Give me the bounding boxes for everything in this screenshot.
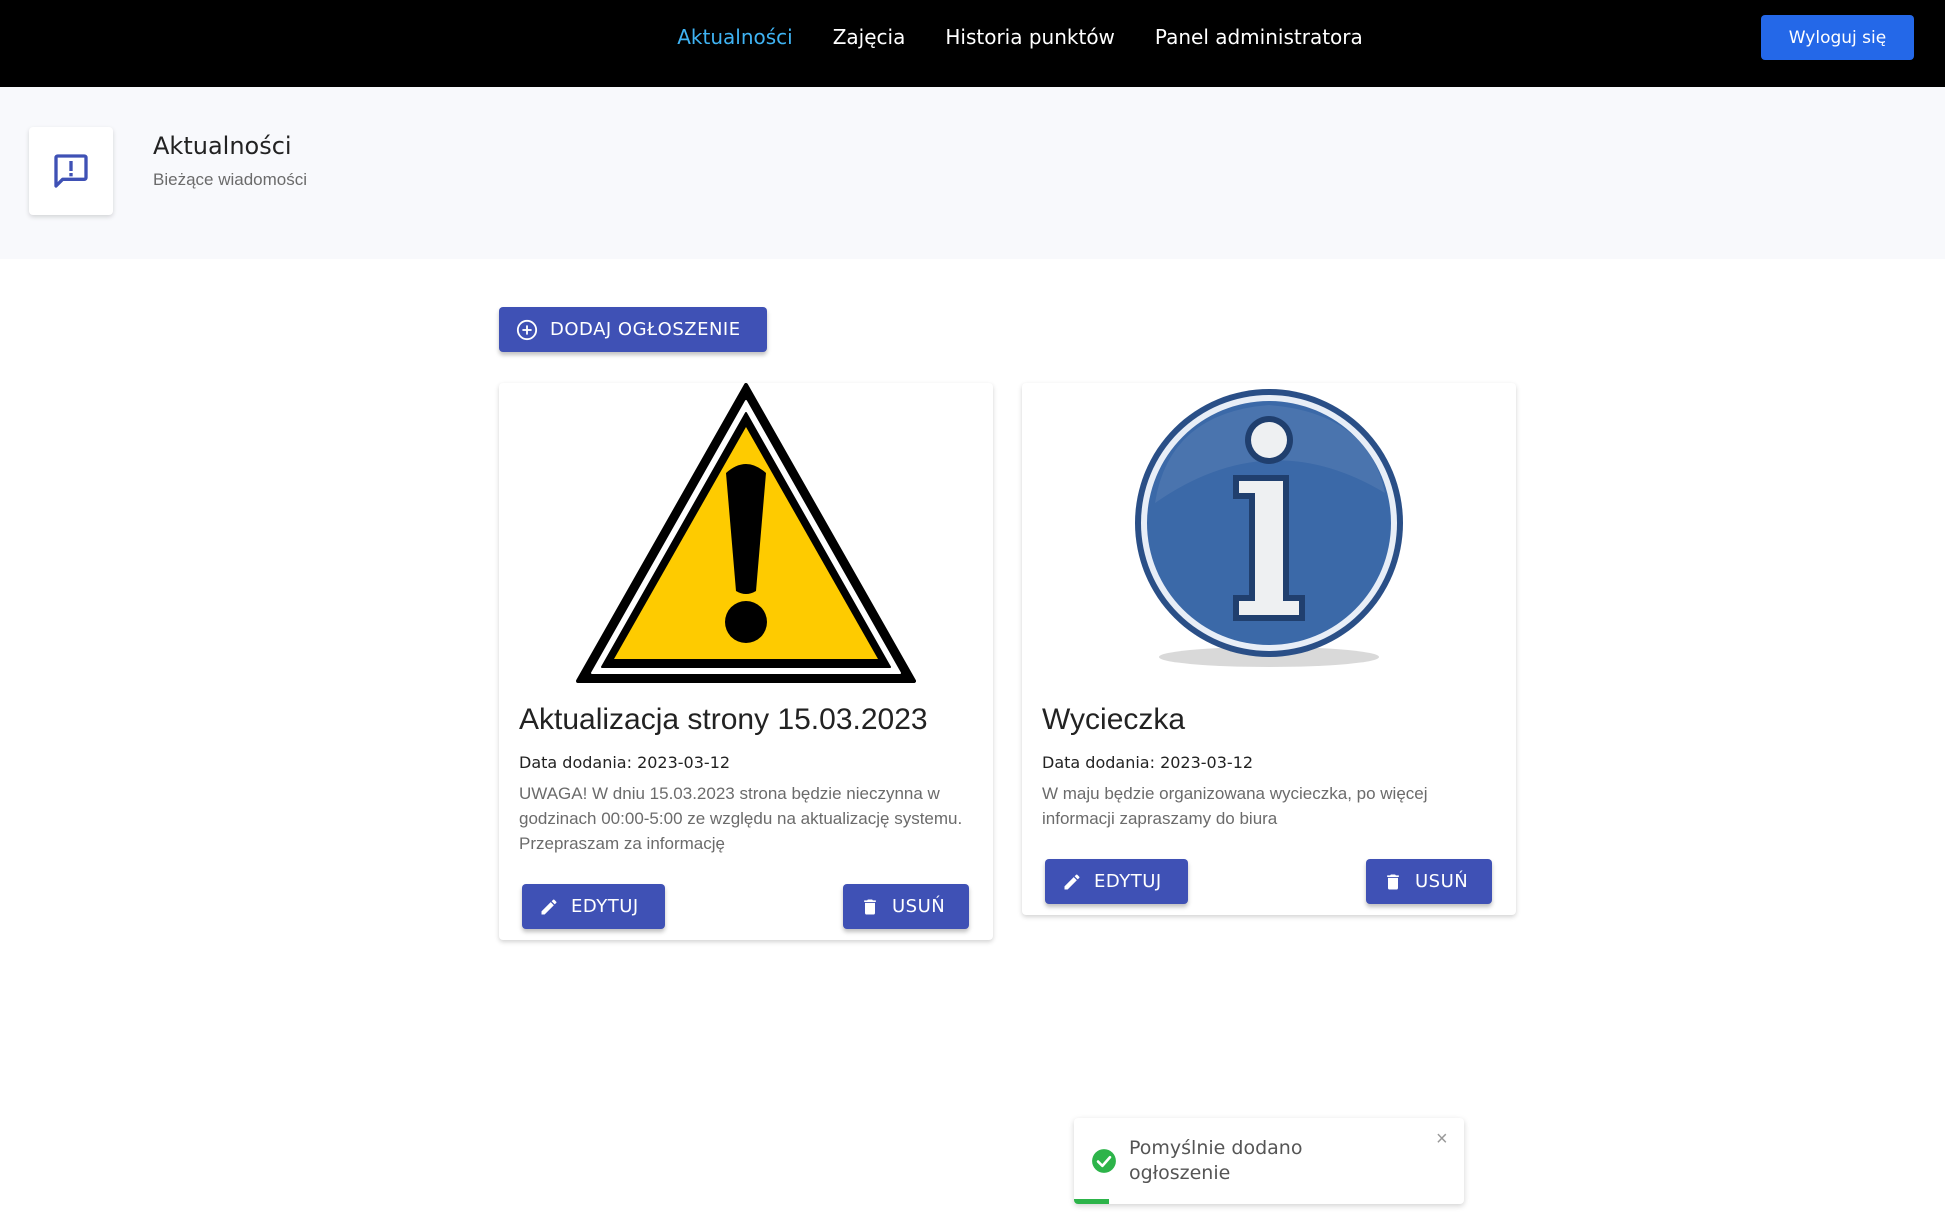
page-title: Aktualności xyxy=(153,132,292,160)
card-title: Aktualizacja strony 15.03.2023 xyxy=(519,703,928,736)
check-circle-icon xyxy=(1092,1149,1116,1173)
announcement-card: Aktualizacja strony 15.03.2023 Data doda… xyxy=(499,383,993,940)
pencil-icon xyxy=(541,898,557,914)
logout-button[interactable]: Wyloguj się xyxy=(1761,15,1914,60)
delete-button[interactable]: USUŃ xyxy=(843,884,969,929)
announcement-card: Wycieczka Data dodania: 2023-03-12 W maj… xyxy=(1022,383,1516,915)
delete-button[interactable]: USUŃ xyxy=(1366,859,1492,904)
card-image xyxy=(1022,383,1516,683)
close-icon[interactable]: × xyxy=(1436,1128,1448,1151)
add-announcement-label: DODAJ OGŁOSZENIE xyxy=(550,319,741,340)
card-image xyxy=(499,383,993,683)
page-subtitle: Bieżące wiadomości xyxy=(153,170,308,189)
warning-sign-icon xyxy=(576,383,916,683)
trash-icon xyxy=(1387,874,1399,889)
nav-link-panel-administratora[interactable]: Panel administratora xyxy=(1155,25,1363,49)
trash-icon xyxy=(864,899,876,914)
top-navbar: Aktualności Zajęcia Historia punktów Pan… xyxy=(0,0,1945,87)
pencil-icon xyxy=(1064,873,1080,889)
add-circle-icon xyxy=(516,319,538,340)
toast-message: Pomyślnie dodano ogłoszenie xyxy=(1129,1137,1303,1184)
delete-label: USUŃ xyxy=(892,896,946,917)
card-text: UWAGA! W dniu 15.03.2023 strona będzie n… xyxy=(519,784,963,853)
edit-button[interactable]: EDYTUJ xyxy=(1045,859,1188,904)
edit-label: EDYTUJ xyxy=(1094,871,1162,892)
toast-progress-bar xyxy=(1074,1199,1110,1204)
page-header: Aktualności Bieżące wiadomości xyxy=(0,87,1945,259)
nav-link-zajecia[interactable]: Zajęcia xyxy=(833,25,906,49)
card-title: Wycieczka xyxy=(1042,703,1186,736)
card-date: Data dodania: 2023-03-12 xyxy=(519,753,731,772)
header-icon-box xyxy=(29,127,113,215)
nav-link-aktualnosci[interactable]: Aktualności xyxy=(677,25,792,49)
nav-links: Aktualności Zajęcia Historia punktów Pan… xyxy=(0,0,1945,74)
success-toast: Pomyślnie dodano ogłoszenie × xyxy=(1074,1118,1464,1204)
edit-label: EDYTUJ xyxy=(571,896,639,917)
edit-button[interactable]: EDYTUJ xyxy=(522,884,665,929)
card-text: W maju będzie organizowana wycieczka, po… xyxy=(1042,784,1428,828)
announcement-icon xyxy=(54,154,88,188)
card-date: Data dodania: 2023-03-12 xyxy=(1042,753,1254,772)
add-announcement-button[interactable]: DODAJ OGŁOSZENIE xyxy=(499,307,767,352)
nav-link-historia-punktow[interactable]: Historia punktów xyxy=(945,25,1115,49)
delete-label: USUŃ xyxy=(1415,871,1469,892)
info-sign-icon xyxy=(1135,389,1403,667)
